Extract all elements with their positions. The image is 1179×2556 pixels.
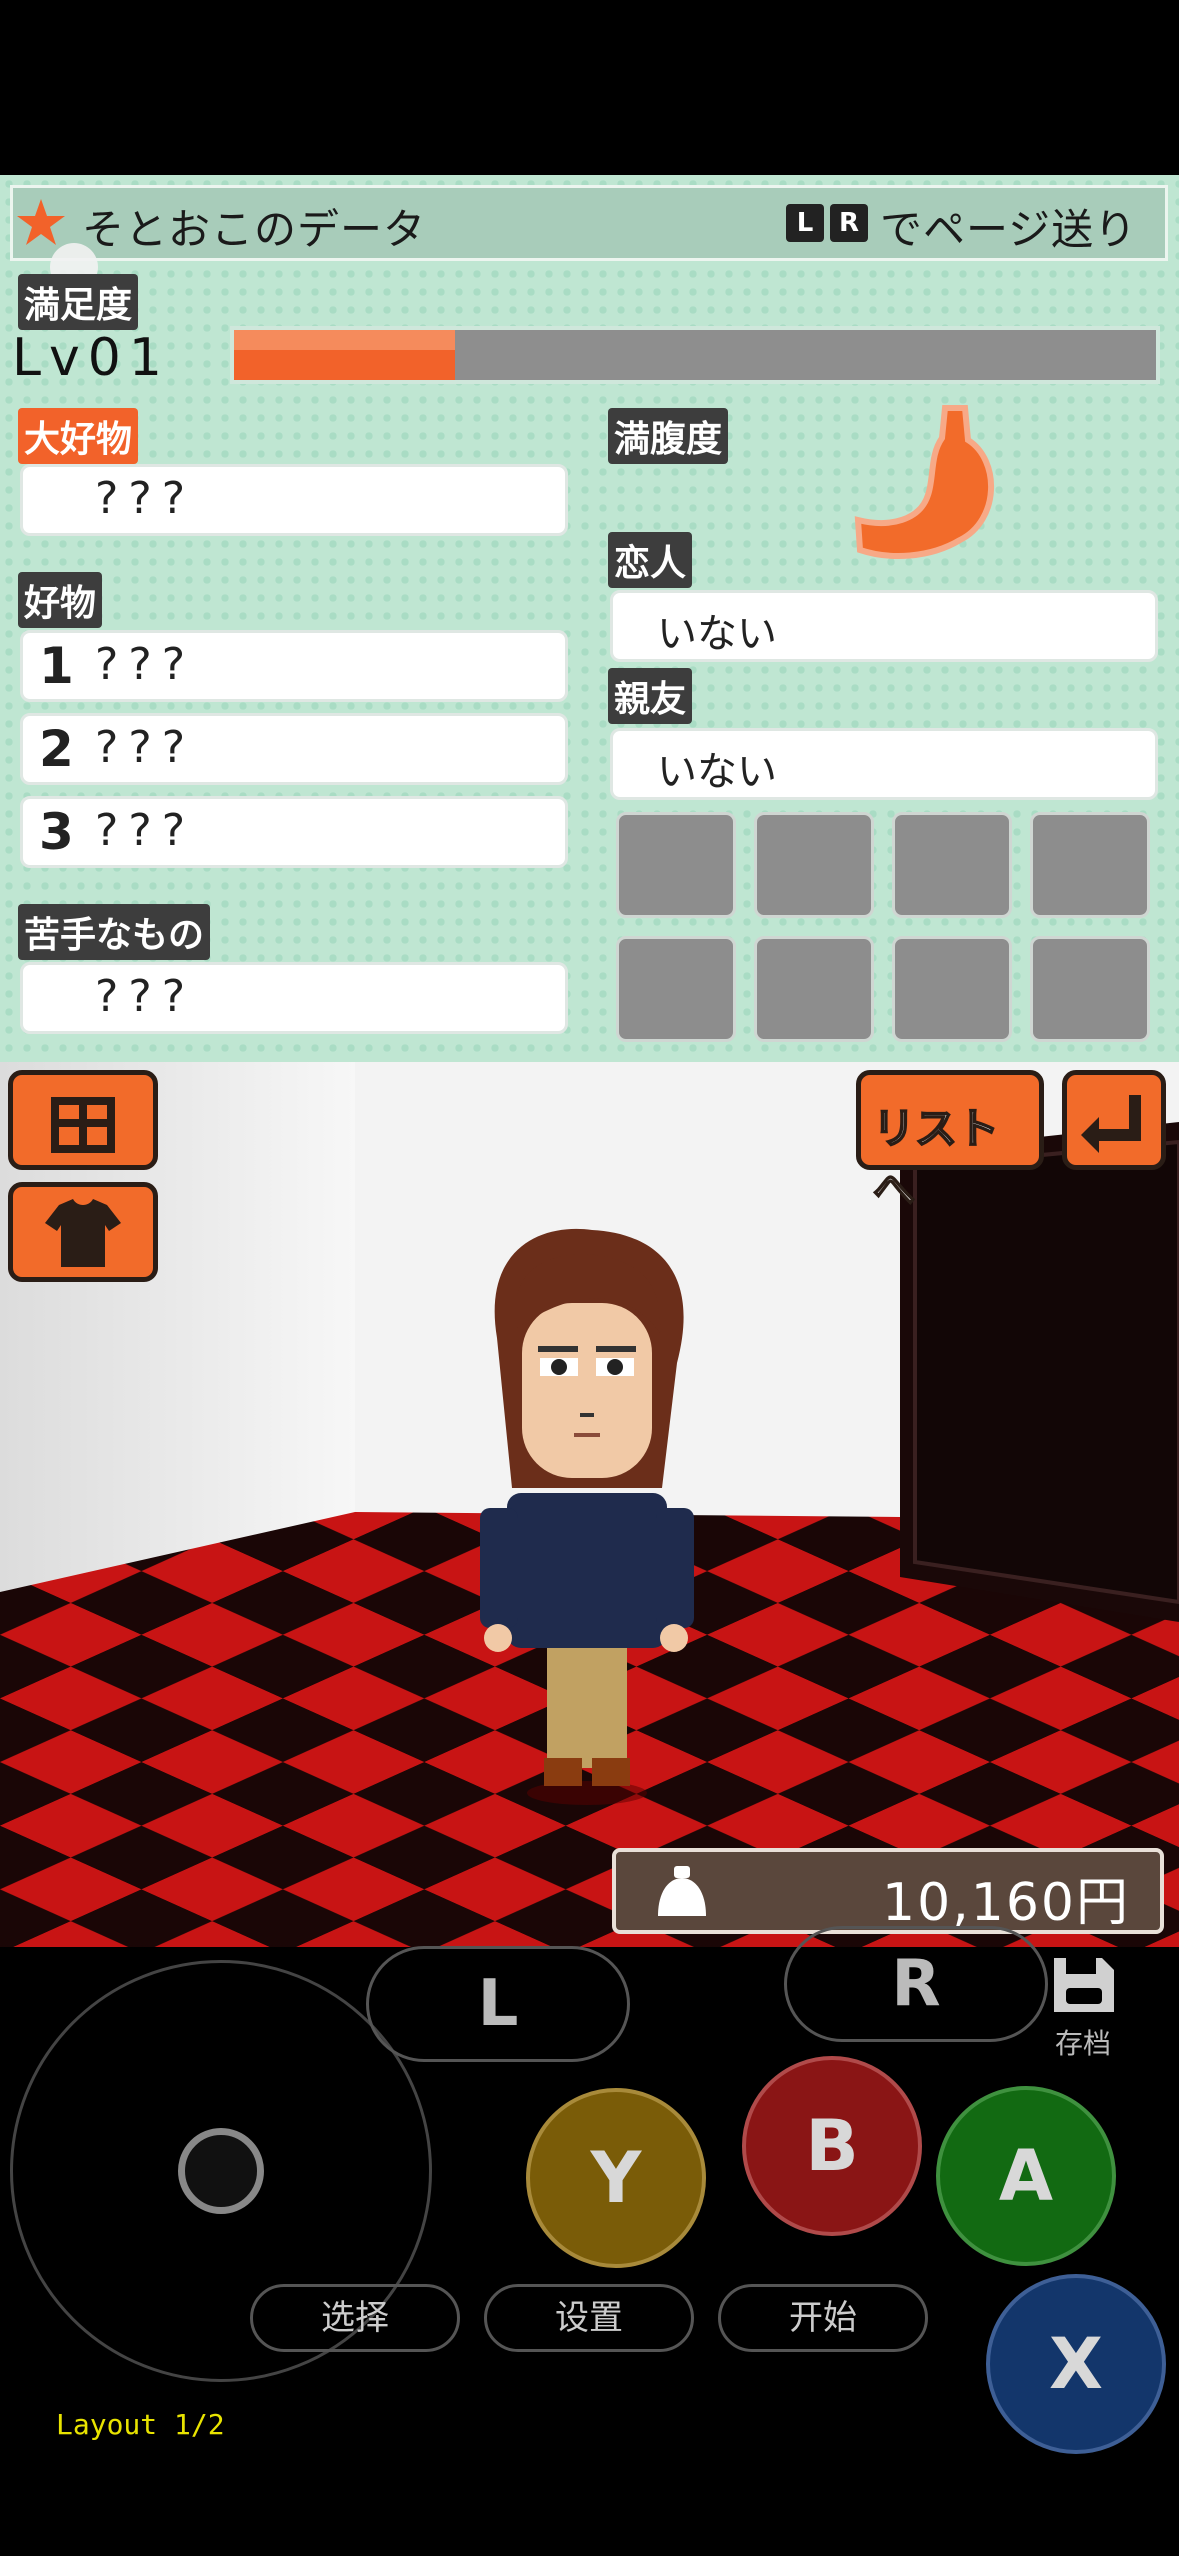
clothes-button[interactable] bbox=[8, 1182, 158, 1282]
dislike-field: ??? bbox=[20, 962, 568, 1034]
a-button[interactable]: A bbox=[936, 2086, 1116, 2266]
like-number-1: 1 bbox=[39, 637, 74, 695]
a-button-label: A bbox=[998, 2135, 1054, 2217]
favorite-value: ??? bbox=[95, 473, 196, 524]
satisfaction-bar bbox=[230, 326, 1160, 384]
like-number-2: 2 bbox=[39, 720, 74, 778]
like-value-1: ??? bbox=[95, 639, 196, 690]
b-button[interactable]: B bbox=[742, 2056, 922, 2236]
layout-indicator: Layout 1/2 bbox=[56, 2408, 225, 2441]
list-button[interactable]: リストへ bbox=[856, 1070, 1044, 1215]
mii-character[interactable] bbox=[462, 1228, 712, 1808]
dislike-value: ??? bbox=[95, 971, 196, 1022]
l-button[interactable]: L bbox=[366, 1946, 630, 2062]
shirt-icon bbox=[45, 1199, 121, 1267]
joystick-knob[interactable] bbox=[178, 2128, 264, 2214]
bestfriend-value: いない bbox=[657, 749, 777, 795]
select-button-label: 选择 bbox=[321, 2298, 389, 2338]
settings-button-label: 设置 bbox=[555, 2298, 623, 2338]
profile-title: そとおこのデータ bbox=[82, 205, 427, 254]
like-field-1: 1 ??? bbox=[20, 630, 568, 702]
lover-value: いない bbox=[657, 611, 777, 657]
x-button-label: X bbox=[1049, 2323, 1103, 2405]
save-icon bbox=[1054, 1958, 1114, 2012]
favorite-label: 大好物 bbox=[18, 408, 139, 464]
list-button-label: リストへ bbox=[872, 1103, 1000, 1215]
bestfriend-label: 親友 bbox=[608, 668, 693, 724]
bestfriend-field: いない bbox=[610, 728, 1158, 800]
satisfaction-label: 満足度 bbox=[18, 274, 139, 330]
favorite-field: ??? bbox=[20, 464, 568, 536]
satisfaction-bar-fill bbox=[234, 330, 456, 380]
l-key-icon: L bbox=[786, 204, 824, 242]
y-button[interactable]: Y bbox=[526, 2088, 706, 2268]
start-button[interactable]: 开始 bbox=[718, 2284, 928, 2352]
save-label: 存档 bbox=[1054, 2027, 1111, 2060]
lover-field: いない bbox=[610, 590, 1158, 662]
return-icon bbox=[1081, 1095, 1141, 1153]
y-button-label: Y bbox=[590, 2137, 642, 2219]
like-value-3: ??? bbox=[95, 805, 196, 856]
friend-slot bbox=[754, 812, 874, 918]
star-icon bbox=[14, 196, 68, 250]
like-value-2: ??? bbox=[95, 722, 196, 773]
money-amount: 10,160円 bbox=[882, 1873, 1130, 1933]
settings-button[interactable]: 设置 bbox=[484, 2284, 694, 2352]
friend-slot bbox=[892, 936, 1012, 1042]
coin-purse-icon bbox=[658, 1866, 706, 1916]
money-display: 10,160円 bbox=[612, 1848, 1164, 1934]
b-button-label: B bbox=[805, 2105, 859, 2187]
friend-slot bbox=[1030, 936, 1150, 1042]
page-hint: でページ送り bbox=[880, 205, 1138, 254]
friend-slot bbox=[1030, 812, 1150, 918]
save-button[interactable]: 存档 bbox=[1040, 1946, 1126, 2060]
level-text: Lv01 bbox=[12, 328, 170, 388]
gift-button[interactable] bbox=[8, 1070, 158, 1170]
l-button-label: L bbox=[477, 1967, 519, 2041]
fullness-label: 満腹度 bbox=[608, 408, 729, 464]
friend-slot bbox=[616, 812, 736, 918]
r-button-label: R bbox=[891, 1947, 941, 2021]
stomach-icon bbox=[850, 400, 1010, 570]
friend-slot bbox=[892, 812, 1012, 918]
gift-icon bbox=[51, 1097, 115, 1153]
lover-label: 恋人 bbox=[608, 532, 693, 588]
like-field-3: 3 ??? bbox=[20, 796, 568, 868]
start-button-label: 开始 bbox=[789, 2298, 857, 2338]
friend-slot bbox=[616, 936, 736, 1042]
back-button[interactable] bbox=[1062, 1070, 1166, 1170]
friend-slot bbox=[754, 936, 874, 1042]
like-number-3: 3 bbox=[39, 803, 74, 861]
r-button[interactable]: R bbox=[784, 1926, 1048, 2042]
r-key-icon: R bbox=[830, 204, 868, 242]
x-button[interactable]: X bbox=[986, 2274, 1166, 2454]
dislike-label: 苦手なもの bbox=[18, 904, 211, 960]
like-field-2: 2 ??? bbox=[20, 713, 568, 785]
likes-label: 好物 bbox=[18, 572, 103, 628]
select-button[interactable]: 选择 bbox=[250, 2284, 460, 2352]
